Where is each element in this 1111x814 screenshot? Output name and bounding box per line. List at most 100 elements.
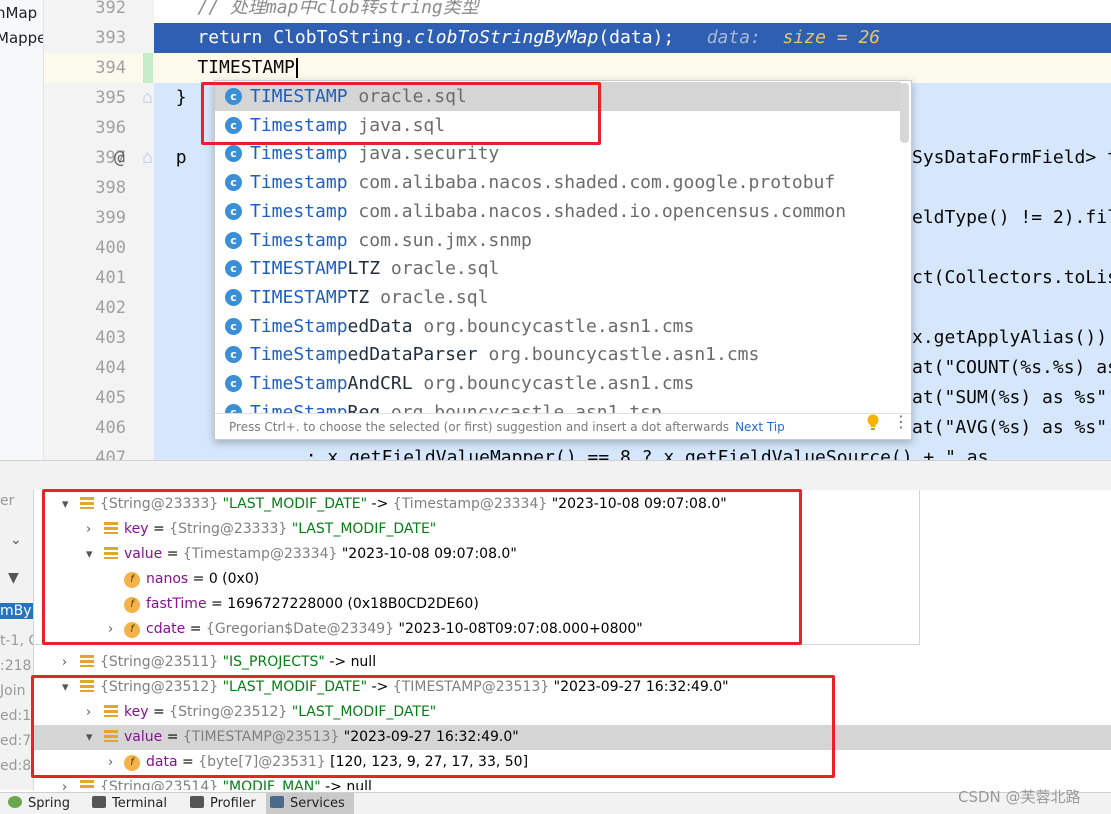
more-options-icon[interactable]: ⋮ bbox=[893, 412, 909, 431]
value-type: {Timestamp@23334} bbox=[392, 496, 548, 512]
completion-item[interactable]: c TIMESTAMP oracle.sql bbox=[215, 82, 901, 111]
variable-row[interactable]: › {String@23514} "MODIF_MAN" -> null bbox=[62, 775, 372, 790]
map-entry-icon bbox=[104, 730, 118, 742]
code-args: (data); bbox=[598, 27, 675, 48]
variable-row[interactable]: f fastTime = 1696727228000 (0x18B0CD2DE60… bbox=[108, 592, 479, 617]
arrow-text: -> bbox=[324, 654, 351, 670]
collapse-arrow-icon[interactable]: ▾ bbox=[86, 542, 100, 567]
completion-name: TIMESTAMPTZ oracle.sql bbox=[250, 283, 488, 312]
code-line[interactable]: // 处理map中clob转string类型 bbox=[154, 0, 1111, 23]
dropdown-icon[interactable]: ⌄ bbox=[10, 532, 22, 548]
completion-scrollbar[interactable] bbox=[900, 83, 909, 143]
variable-value: null bbox=[350, 654, 377, 670]
frame-item[interactable]: t-1, C bbox=[0, 633, 33, 649]
expand-arrow-icon[interactable]: › bbox=[62, 775, 76, 790]
completion-item[interactable]: c Timestamp com.alibaba.nacos.shaded.io.o… bbox=[215, 197, 901, 226]
expand-arrow-icon[interactable]: › bbox=[108, 617, 122, 642]
variable-key: "IS_PROJECTS" bbox=[222, 654, 325, 670]
project-item[interactable]: Mappe bbox=[0, 29, 43, 47]
fold-icon[interactable]: ⌂ bbox=[142, 83, 153, 113]
code-method: clobToStringByMap bbox=[414, 27, 599, 48]
tool-window-profiler[interactable]: Profiler bbox=[186, 793, 256, 814]
collapse-arrow-icon[interactable]: ▾ bbox=[62, 492, 76, 517]
completion-hint-text: Press Ctrl+. to choose the selected (or … bbox=[229, 420, 730, 434]
tool-window-terminal[interactable]: Terminal bbox=[88, 793, 167, 814]
expand-arrow-icon[interactable]: › bbox=[108, 750, 122, 775]
frame-item[interactable]: mBy bbox=[0, 603, 33, 619]
frame-item[interactable]: :218 bbox=[0, 658, 31, 674]
completion-name: Timestamp com.sun.jmx.snmp bbox=[250, 226, 532, 255]
code-line[interactable]: return ClobToString.clobToStringByMap(da… bbox=[154, 23, 1111, 53]
frame-item[interactable]: ed:89 bbox=[0, 758, 33, 774]
variable-row[interactable]: › f cdate = {Gregorian$Date@23349} "2023-1… bbox=[108, 617, 643, 642]
completion-item[interactable]: c Timestamp java.security bbox=[215, 139, 901, 168]
line-number: 398 bbox=[95, 178, 126, 198]
filter-icon[interactable]: ▼ bbox=[8, 570, 19, 586]
line-number: 405 bbox=[95, 388, 126, 408]
variable-row[interactable]: f nanos = 0 (0x0) bbox=[108, 567, 259, 592]
expand-arrow-icon[interactable]: › bbox=[86, 700, 100, 725]
project-item[interactable]: nMap bbox=[0, 4, 37, 22]
completion-item[interactable]: c TimeStampAndCRL org.bouncycastle.asn1.c… bbox=[215, 369, 901, 398]
variable-row[interactable]: ▾ {String@23333} "LAST_MODIF_DATE" -> {Ti… bbox=[62, 492, 727, 517]
map-entry-icon bbox=[104, 547, 118, 559]
gutter-line: 406 bbox=[44, 413, 154, 443]
frame-item[interactable]: Join bbox=[0, 683, 25, 699]
variable-row[interactable]: › f data = {byte[7]@23531} [120, 123, 9, 2… bbox=[108, 750, 528, 775]
expand-arrow-icon[interactable]: › bbox=[86, 517, 100, 542]
variable-row[interactable]: › key = {String@23333} "LAST_MODIF_DATE" bbox=[86, 517, 436, 542]
code-line[interactable]: TIMESTAMP bbox=[154, 53, 1111, 83]
gutter-line: 403 bbox=[44, 323, 154, 353]
value-type: {byte[7]@23531} bbox=[198, 754, 326, 770]
completion-item[interactable]: c TimeStampedData org.bouncycastle.asn1.c… bbox=[215, 312, 901, 341]
class-icon: c bbox=[225, 116, 242, 134]
line-number: 407 bbox=[95, 448, 126, 460]
completion-item[interactable]: c TIMESTAMPTZ oracle.sql bbox=[215, 283, 901, 312]
collapse-arrow-icon[interactable]: ▾ bbox=[62, 675, 76, 700]
debugger-frames-strip: er mBy t-1, C :218 Join ed:16 ed:76 ed:89 ▼ ⌄ bbox=[0, 490, 34, 790]
variable-type: {String@23512} bbox=[100, 679, 219, 695]
variable-value: "LAST_MODIF_DATE" bbox=[291, 704, 437, 720]
collapse-arrow-icon[interactable]: ▾ bbox=[86, 725, 100, 750]
line-number: 392 bbox=[95, 0, 126, 18]
completion-item[interactable]: c Timestamp com.sun.jmx.snmp bbox=[215, 226, 901, 255]
completion-item[interactable]: c Timestamp com.alibaba.nacos.shaded.com.… bbox=[215, 168, 901, 197]
variable-row[interactable]: ▾ value = {TIMESTAMP@23513} "2023-09-27 1… bbox=[34, 725, 1111, 750]
completion-popup[interactable]: c TIMESTAMP oracle.sql c Timestamp java.sql… bbox=[214, 80, 912, 440]
code-text: : x.getFieldValueMapper() == 8 ? x.getFi… bbox=[219, 447, 989, 460]
gutter-line: 396 bbox=[44, 113, 154, 143]
completion-item[interactable]: c Timestamp java.sql bbox=[215, 111, 901, 140]
variable-row[interactable]: ▾ {String@23512} "LAST_MODIF_DATE" -> {TI… bbox=[62, 675, 729, 700]
line-number: 395 bbox=[95, 88, 126, 108]
completion-name-rest: LTZ bbox=[347, 258, 381, 280]
variable-row[interactable]: › {String@23511} "IS_PROJECTS" -> null bbox=[62, 650, 376, 675]
completion-item[interactable]: c TIMESTAMPLTZ oracle.sql bbox=[215, 254, 901, 283]
completion-package: java.sql bbox=[358, 114, 446, 136]
expand-arrow-icon bbox=[108, 592, 122, 617]
frame-item[interactable]: er bbox=[0, 493, 14, 509]
variable-name: fastTime bbox=[146, 596, 207, 612]
tool-window-services[interactable]: Services bbox=[266, 793, 354, 814]
expand-arrow-icon[interactable]: › bbox=[62, 650, 76, 675]
frame-item[interactable]: ed:16 bbox=[0, 708, 33, 724]
bookmark-icon[interactable]: ⌂ bbox=[142, 143, 153, 173]
variable-row[interactable]: › key = {String@23512} "LAST_MODIF_DATE" bbox=[86, 700, 436, 725]
value-type: {Gregorian$Date@23349} bbox=[205, 621, 395, 637]
completion-name-rest: AndCRL bbox=[347, 373, 413, 394]
completion-item[interactable]: c TimeStampedDataParser org.bouncycastle.… bbox=[215, 340, 901, 369]
completion-match: TIMESTAMP bbox=[250, 86, 348, 107]
class-icon: c bbox=[225, 317, 242, 335]
frame-item[interactable]: ed:76 bbox=[0, 733, 33, 749]
class-icon: c bbox=[225, 145, 242, 163]
variable-row[interactable]: ▾ value = {Timestamp@23334} "2023-10-08 0… bbox=[86, 542, 517, 567]
lightbulb-icon[interactable] bbox=[866, 414, 880, 432]
completion-name-rest: edData bbox=[347, 315, 413, 337]
variables-tree[interactable]: ▾ {String@23333} "LAST_MODIF_DATE" -> {Ti… bbox=[34, 490, 1111, 790]
tool-window-spring[interactable]: Spring bbox=[4, 793, 70, 814]
override-at-icon[interactable]: @ bbox=[114, 143, 125, 173]
completion-match: TimeStamp bbox=[250, 315, 348, 337]
next-tip-link[interactable]: Next Tip bbox=[735, 420, 785, 434]
code-line[interactable]: : x.getFieldValueMapper() == 8 ? x.getFi… bbox=[154, 443, 1111, 460]
gutter-line: 394 bbox=[44, 53, 154, 83]
code-text: p bbox=[175, 147, 187, 168]
